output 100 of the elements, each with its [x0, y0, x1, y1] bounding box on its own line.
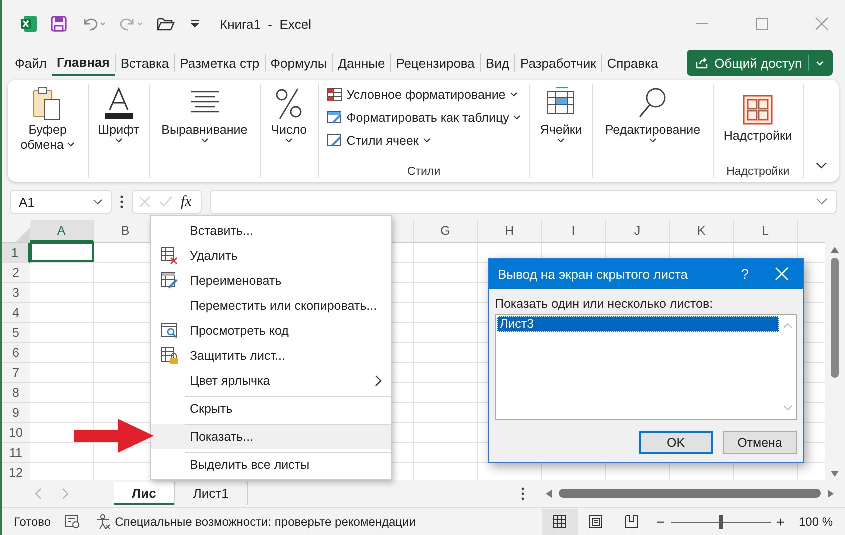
window-title: Книга1 - Excel — [220, 16, 312, 32]
menu-item[interactable]: Переместить или скопировать... — [151, 293, 391, 318]
ribbon-tab[interactable]: Данные — [333, 52, 390, 74]
expand-icon[interactable] — [816, 198, 828, 206]
more-options-icon[interactable] — [120, 195, 124, 209]
accessibility-icon — [95, 514, 112, 530]
sheet-tab[interactable]: Лис — [114, 482, 176, 505]
ribbon-tab[interactable]: Вставка — [116, 52, 174, 74]
status-text: Готово — [14, 515, 52, 529]
menu-item[interactable]: Просмотреть код — [151, 318, 391, 343]
zoom-out-button[interactable]: − — [656, 514, 665, 530]
save-icon[interactable] — [50, 15, 68, 33]
normal-view-button[interactable] — [542, 509, 578, 535]
caret-icon — [93, 199, 103, 205]
chevron-right-icon — [375, 374, 383, 386]
row-header[interactable]: 9 — [2, 403, 30, 423]
menu-item[interactable]: Удалить — [151, 243, 391, 268]
cell-styles-icon — [326, 133, 343, 149]
macro-record-icon[interactable] — [65, 515, 82, 529]
conditional-format-icon — [326, 87, 343, 103]
menu-item[interactable]: Показать... — [151, 424, 391, 449]
row-header[interactable]: 1 — [2, 243, 30, 263]
ribbon-tab[interactable]: Справка — [602, 52, 664, 74]
check-icon[interactable] — [159, 196, 173, 208]
zoom-level[interactable]: 100 % — [798, 515, 833, 529]
column-header[interactable]: H — [478, 220, 542, 242]
dialog-title: Вывод на экран скрытого листа — [498, 266, 688, 282]
ribbon-tab[interactable]: Рецензирова — [391, 52, 480, 74]
ribbon-tab[interactable]: Вид — [480, 52, 514, 74]
next-sheet-icon[interactable] — [62, 488, 70, 500]
grid-icon — [552, 515, 567, 529]
ribbon-tab[interactable]: Файл — [10, 52, 52, 74]
ribbon-button[interactable]: Шрифт — [94, 84, 144, 146]
menu-item[interactable]: Защитить лист... — [151, 343, 391, 368]
more-options-icon[interactable] — [521, 486, 525, 500]
scroll-left-icon[interactable] — [545, 488, 553, 498]
scroll-right-icon[interactable] — [827, 488, 835, 498]
row-header[interactable]: 5 — [2, 323, 30, 343]
row-header[interactable]: 4 — [2, 303, 30, 323]
caret-icon — [557, 138, 566, 144]
vertical-scrollbar-thumb[interactable] — [831, 258, 839, 378]
cancel-button[interactable]: Отмена — [723, 431, 797, 454]
ribbon-menu-button[interactable]: Форматировать как таблицу — [324, 107, 524, 129]
ribbon-tab[interactable]: Разработчик — [515, 52, 602, 74]
insert-function-button[interactable]: fx — [181, 194, 192, 210]
ribbon-tab[interactable]: Формулы — [266, 52, 332, 74]
rename-table-icon — [161, 272, 179, 290]
delete-table-icon — [161, 246, 179, 264]
ribbon-button[interactable]: Надстройки — [720, 90, 796, 145]
maximize-icon[interactable] — [755, 17, 769, 31]
ribbon-button[interactable]: Число — [267, 84, 312, 146]
ribbon-button[interactable]: Ячейки — [536, 84, 586, 146]
sheet-tab[interactable]: Лист1 — [175, 482, 248, 505]
ribbon-tab[interactable]: Разметка стр — [175, 52, 265, 74]
scroll-down-icon[interactable] — [830, 470, 840, 478]
format-table-icon — [326, 110, 343, 126]
ribbon-menu-button[interactable]: Стили ячеек — [324, 130, 524, 152]
ribbon-button[interactable]: Редактирование — [601, 84, 705, 146]
close-icon[interactable] — [815, 17, 829, 31]
row-header[interactable]: 12 — [2, 463, 30, 480]
caret-icon — [285, 138, 294, 144]
column-header[interactable]: L — [734, 220, 798, 242]
menu-item[interactable]: Переименовать — [151, 268, 391, 293]
ribbon-menu-button[interactable]: Условное форматирование — [324, 84, 524, 106]
caret-icon — [513, 115, 522, 121]
caret-icon — [510, 92, 518, 98]
group-label: Стили — [407, 166, 441, 178]
list-item[interactable]: Лист3 — [497, 316, 779, 332]
formula-input[interactable] — [210, 190, 837, 214]
active-cell-cursor[interactable] — [30, 242, 94, 262]
zoom-in-button[interactable]: + — [776, 514, 785, 530]
row-header[interactable]: 7 — [2, 363, 30, 383]
row-header[interactable]: 11 — [2, 443, 30, 463]
column-header[interactable]: J — [606, 220, 670, 242]
previous-sheet-icon[interactable] — [34, 488, 42, 500]
row-header[interactable]: 2 — [2, 263, 30, 283]
menu-item[interactable]: Цвет ярлычка — [151, 368, 391, 393]
zoom-slider-thumb[interactable] — [718, 515, 723, 529]
view-code-icon — [161, 322, 179, 340]
help-button[interactable]: ? — [741, 266, 749, 282]
name-box[interactable]: A1 — [10, 190, 112, 214]
row-header[interactable]: 8 — [2, 383, 30, 403]
row-header[interactable]: 3 — [2, 283, 30, 303]
collapse-ribbon-icon[interactable] — [816, 162, 827, 170]
accessibility-button[interactable]: Специальные возможности: проверьте рекомендации — [95, 514, 416, 530]
column-header[interactable]: K — [670, 220, 734, 242]
excel-logo-icon — [20, 15, 38, 33]
horizontal-scrollbar-thumb[interactable] — [559, 489, 821, 498]
column-header[interactable]: I — [542, 220, 606, 242]
ribbon-button[interactable]: Буфер обмена — [16, 84, 79, 154]
column-header[interactable]: G — [414, 220, 478, 242]
row-header[interactable]: 10 — [2, 423, 30, 443]
ribbon-button[interactable]: Выравнивание — [158, 84, 252, 146]
share-button[interactable]: Общий доступ — [686, 50, 833, 76]
column-header[interactable]: A — [30, 220, 94, 242]
row-header[interactable]: 6 — [2, 343, 30, 363]
caret-icon — [200, 138, 209, 144]
scroll-up-icon[interactable] — [830, 246, 840, 254]
page-icon — [588, 515, 603, 529]
ok-button[interactable]: OK — [639, 431, 713, 454]
